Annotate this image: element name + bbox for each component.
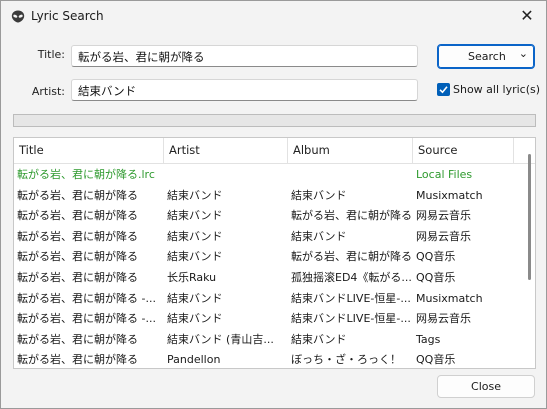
window-title: Lyric Search: [31, 9, 104, 23]
cell-title: 転がる岩、君に朝が降る.lrc: [17, 168, 155, 181]
cell-source: 网易云音乐: [416, 229, 471, 243]
cell-artist: 結束バンド: [167, 250, 223, 264]
cell-artist: 結束バンド: [167, 291, 223, 305]
table-row[interactable]: 転がる岩、君に朝が降る 长乐Raku 孤独摇滚ED4《転がる... QQ音乐: [14, 267, 522, 288]
table-row[interactable]: 転がる岩、君に朝が降る 結束バンド 結束バンド Musixmatch: [14, 185, 522, 206]
cell-source: QQ音乐: [416, 353, 456, 367]
column-header-artist[interactable]: Artist: [164, 138, 288, 163]
cell-title: 転がる岩、君に朝が降る: [17, 353, 138, 367]
artist-input[interactable]: 結束バンド: [71, 79, 418, 101]
cell-source: QQ音乐: [416, 271, 456, 284]
table-row[interactable]: 転がる岩、君に朝が降る.lrc Local Files: [14, 164, 522, 185]
table-row[interactable]: 転がる岩、君に朝が降る -... 結束バンド 結束バンドLIVE-恒星-... Mus…: [14, 288, 522, 309]
cell-source: QQ音乐: [416, 250, 456, 264]
close-button[interactable]: Close: [437, 375, 535, 398]
cell-artist: 长乐Raku: [167, 271, 217, 284]
cell-title: 転がる岩、君に朝が降る: [17, 229, 138, 243]
title-input[interactable]: 転がる岩、君に朝が降る: [71, 45, 418, 67]
search-progress-bar: [13, 114, 536, 127]
show-all-checkbox[interactable]: [437, 83, 450, 96]
alien-icon: [11, 10, 25, 23]
title-label: Title:: [37, 48, 65, 61]
table-header: Title Artist Album Source: [14, 138, 535, 164]
cell-artist: 結束バンド: [167, 229, 223, 243]
cell-album: 孤独摇滚ED4《転がる...: [291, 271, 412, 284]
cell-album: 結束バンド: [291, 188, 347, 202]
cell-artist: 結束バンド: [167, 312, 223, 326]
cell-source: Musixmatch: [416, 188, 483, 202]
cell-album: ぼっち・ざ・ろっく！: [291, 353, 401, 367]
cell-album: 転がる岩、君に朝が降る: [291, 209, 412, 223]
title-bar[interactable]: Lyric Search ✕: [1, 1, 546, 31]
cell-album: 結束バンドLIVE-恒星-...: [291, 291, 411, 305]
table-row[interactable]: 転がる岩、君に朝が降る 結束バンド 結束バンド 网易云音乐: [14, 226, 522, 247]
cell-title: 転がる岩、君に朝が降る: [17, 209, 138, 223]
show-all-label[interactable]: Show all lyric(s): [453, 83, 540, 96]
lyric-search-window: Lyric Search ✕ Title: 転がる岩、君に朝が降る Artist…: [0, 0, 547, 409]
cell-album: 結束バンド: [291, 229, 347, 243]
table-row[interactable]: 転がる岩、君に朝が降る 結束バンド (青山吉... 結束バンド Tags: [14, 329, 522, 350]
cell-title: 転がる岩、君に朝が降る -...: [17, 291, 156, 305]
cell-album: 結束バンドLIVE-恒星-...: [291, 312, 411, 326]
search-button[interactable]: Search ⌄: [437, 44, 535, 69]
cell-artist: 結束バンド: [167, 209, 223, 223]
cell-title: 転がる岩、君に朝が降る: [17, 332, 138, 346]
artist-label: Artist:: [31, 85, 65, 98]
cell-title: 転がる岩、君に朝が降る -...: [17, 312, 156, 326]
cell-artist: 結束バンド: [167, 188, 223, 202]
cell-artist: Pandellon: [167, 353, 221, 367]
table-row[interactable]: 転がる岩、君に朝が降る 結束バンド 転がる岩、君に朝が降る QQ音乐: [14, 246, 522, 267]
chevron-down-icon[interactable]: ⌄: [519, 47, 528, 60]
table-row[interactable]: 転がる岩、君に朝が降る 結束バンド 転がる岩、君に朝が降る 网易云音乐: [14, 205, 522, 226]
table-row[interactable]: 転がる岩、君に朝が降る -... 結束バンド 結束バンドLIVE-恒星-... 网易云…: [14, 308, 522, 329]
column-header-album[interactable]: Album: [288, 138, 413, 163]
close-window-icon[interactable]: ✕: [516, 6, 538, 26]
results-table[interactable]: Title Artist Album Source 転がる岩、君に朝が降る.lr…: [13, 137, 536, 369]
cell-album: 転がる岩、君に朝が降る: [291, 250, 412, 264]
cell-artist: [164, 164, 288, 185]
cell-album: 結束バンド: [291, 332, 347, 346]
cell-artist: 結束バンド (青山吉...: [167, 332, 274, 346]
cell-source: Tags: [416, 332, 441, 346]
checkmark-icon: [439, 86, 448, 94]
cell-title: 転がる岩、君に朝が降る: [17, 271, 138, 284]
search-button-label: Search: [468, 50, 506, 63]
column-header-title[interactable]: Title: [14, 138, 164, 163]
cell-source: 网易云音乐: [416, 209, 471, 223]
vertical-scrollbar[interactable]: [528, 154, 532, 368]
column-header-source[interactable]: Source: [413, 138, 514, 163]
cell-title: 転がる岩、君に朝が降る: [17, 188, 138, 202]
cell-source: Local Files: [416, 168, 473, 181]
cell-title: 転がる岩、君に朝が降る: [17, 250, 138, 264]
cell-source: Musixmatch: [416, 291, 483, 305]
cell-source: 网易云音乐: [416, 312, 471, 326]
cell-album: [288, 164, 413, 185]
scrollbar-thumb[interactable]: [528, 154, 531, 280]
table-row[interactable]: 転がる岩、君に朝が降る Pandellon ぼっち・ざ・ろっく！ QQ音乐: [14, 349, 522, 368]
